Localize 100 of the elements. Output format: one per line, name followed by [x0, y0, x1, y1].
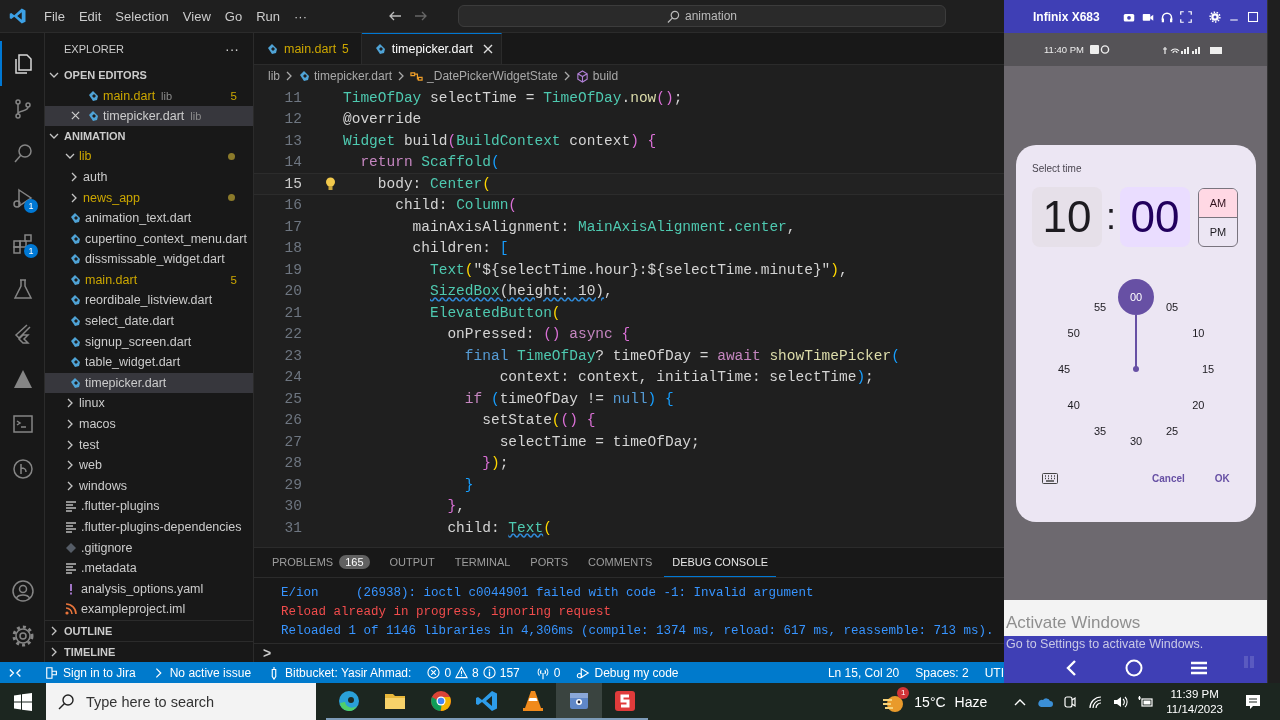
code-editor-icon[interactable]	[475, 688, 499, 713]
status-item[interactable]: No active issue	[143, 662, 260, 683]
tree-item[interactable]: .gitignore	[45, 537, 253, 558]
lightbulb-icon[interactable]	[325, 176, 336, 191]
close-icon[interactable]	[483, 44, 494, 54]
menu-icon[interactable]	[1190, 660, 1207, 675]
flask-icon[interactable]	[11, 276, 35, 301]
open-editor-item[interactable]: main.dart lib 5	[45, 85, 253, 106]
home-icon[interactable]	[1124, 658, 1143, 677]
tree-item[interactable]: exampleproject.iml	[45, 599, 253, 620]
maximize-icon[interactable]	[1247, 10, 1259, 23]
status-item[interactable]: UTI	[984, 665, 1004, 680]
traffic-cone-icon[interactable]	[521, 688, 545, 713]
back-arrow-icon[interactable]	[388, 9, 402, 23]
panel-tab[interactable]: COMMENTS	[580, 548, 661, 577]
dial-number[interactable]: 45	[1046, 351, 1082, 387]
breadcrumb[interactable]: build	[592, 69, 619, 83]
tree-item[interactable]: main.dart 5	[45, 269, 253, 291]
panel-tab[interactable]: PORTS	[522, 548, 577, 577]
run-debug-icon[interactable]	[11, 186, 35, 211]
clock-time[interactable]: 11:39 PM	[1170, 686, 1219, 702]
tree-item[interactable]: analysis_options.yaml	[45, 578, 253, 600]
tree-item[interactable]: dissmissable_widget.dart	[45, 249, 253, 270]
tree-item[interactable]: animation_text.dart	[45, 207, 253, 229]
status-item[interactable]: 0	[527, 662, 569, 683]
tree-item[interactable]: lib	[45, 146, 253, 167]
tree-item[interactable]: linux	[45, 393, 253, 414]
fullscreen-icon[interactable]	[1180, 10, 1192, 23]
tree-item[interactable]: table_widget.dart	[45, 351, 253, 373]
menu-item[interactable]: ···	[287, 6, 314, 26]
tree-item[interactable]: macos	[45, 413, 253, 435]
menu-item[interactable]: Run	[249, 6, 287, 26]
period-option[interactable]: PM	[1199, 216, 1237, 246]
meet-icon[interactable]	[1062, 693, 1079, 710]
weather-condition[interactable]: Haze	[954, 693, 988, 710]
tree-item[interactable]: news_app	[45, 187, 253, 208]
panel-tab[interactable]: PROBLEMS 165	[264, 548, 378, 577]
status-item[interactable]: Debug my code	[568, 662, 687, 683]
taskbar-search-field[interactable]: Type here to search	[46, 683, 316, 720]
weather-temperature[interactable]: 15°C	[914, 693, 946, 710]
settings-icon[interactable]	[1209, 10, 1221, 23]
tree-item[interactable]: .flutter-plugins-dependencies	[45, 516, 253, 538]
tree-item[interactable]: signup_screen.dart	[45, 331, 253, 352]
menu-item[interactable]: Go	[217, 6, 250, 26]
menu-item[interactable]: File	[37, 6, 72, 26]
menu-item[interactable]: View	[175, 6, 218, 26]
notifications-icon[interactable]	[1244, 692, 1262, 711]
browser-icon[interactable]	[429, 688, 453, 713]
panel-tab[interactable]: DEBUG CONSOLE	[664, 548, 777, 577]
section-header[interactable]: OUTLINE	[45, 619, 253, 641]
tree-item[interactable]: web	[45, 454, 253, 476]
close-icon[interactable]	[70, 111, 80, 121]
keyboard-icon[interactable]	[1042, 473, 1058, 484]
hour-field[interactable]: 10	[1032, 187, 1102, 247]
tree-item[interactable]: auth	[45, 166, 253, 188]
tree-item[interactable]: timepicker.dart	[45, 372, 253, 394]
tree-item[interactable]: cupertino_context_menu.dart	[45, 228, 253, 249]
editor-tab[interactable]: main.dart 5	[254, 33, 362, 64]
section-header[interactable]: OPEN EDITORS	[45, 65, 253, 86]
dial-number[interactable]: 00	[1118, 279, 1154, 315]
start-icon[interactable]	[14, 692, 32, 711]
breadcrumb[interactable]: timepicker.dart	[314, 69, 393, 83]
editor-tab[interactable]: timepicker.dart	[361, 33, 503, 64]
breadcrumb[interactable]: _DatePickerWidgetState	[427, 69, 558, 83]
console-input[interactable]: >	[263, 644, 272, 661]
account-icon[interactable]	[11, 578, 35, 603]
forward-arrow-icon[interactable]	[414, 9, 428, 23]
battery-plug-icon[interactable]	[1137, 693, 1154, 710]
dialog-button[interactable]: Cancel	[1152, 473, 1185, 484]
panel-tab[interactable]: TERMINAL	[446, 548, 519, 577]
section-header[interactable]: ANIMATION	[45, 125, 253, 146]
edge-icon[interactable]	[337, 688, 361, 713]
dial-number[interactable]: 15	[1190, 351, 1226, 387]
s-app-icon[interactable]	[613, 688, 637, 713]
period-option[interactable]: AM	[1199, 188, 1237, 217]
headphones-icon[interactable]	[1161, 10, 1173, 23]
settings-icon[interactable]	[11, 623, 35, 648]
dialog-button[interactable]: OK	[1214, 473, 1230, 484]
command-center[interactable]: animation	[458, 5, 946, 27]
tree-item[interactable]: test	[45, 434, 253, 455]
open-editor-item[interactable]: timepicker.dart lib	[45, 105, 253, 126]
problems-status[interactable]: 0 8 157	[419, 662, 528, 683]
extensions-icon[interactable]	[11, 231, 35, 256]
status-item[interactable]: Spaces: 2	[915, 665, 969, 680]
tree-item[interactable]: .flutter-plugins	[45, 496, 253, 517]
status-item[interactable]: Ln 15, Col 20	[827, 665, 900, 680]
branch-circle-icon[interactable]	[11, 456, 35, 481]
clock-dial[interactable]: 00 05 10 15 20 25 30 35 40 45 50 55	[1046, 279, 1226, 459]
status-item[interactable]: Bitbucket: Yasir Ahmad:	[259, 662, 420, 683]
tree-item[interactable]: select_date.dart	[45, 310, 253, 332]
more-button[interactable]: ···	[225, 41, 239, 58]
tree-item[interactable]: .metadata	[45, 557, 253, 579]
menu-item[interactable]: Selection	[108, 6, 176, 26]
panel-tab[interactable]: OUTPUT	[381, 548, 443, 577]
dial-number[interactable]: 30	[1118, 423, 1154, 459]
tree-item[interactable]: reordibale_listview.dart	[45, 290, 253, 311]
wifi-icon[interactable]	[1087, 693, 1104, 710]
back-icon[interactable]	[1064, 659, 1077, 676]
tree-item[interactable]: windows	[45, 475, 253, 497]
breadcrumb[interactable]: lib	[268, 69, 280, 83]
